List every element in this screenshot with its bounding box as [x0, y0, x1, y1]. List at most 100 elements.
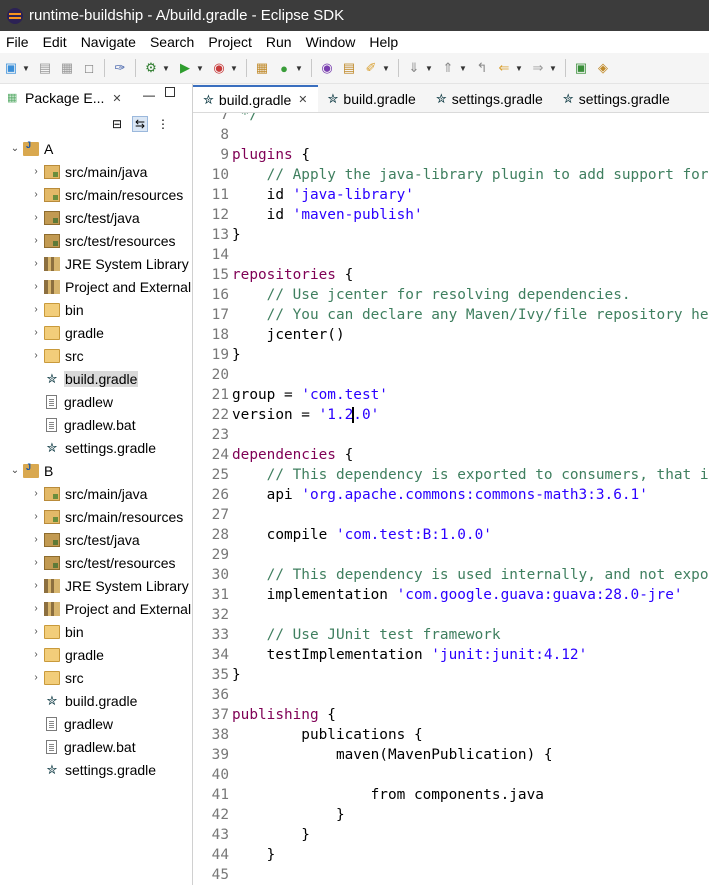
- previous-annotation-icon[interactable]: ⇑: [439, 59, 457, 77]
- open-task-icon[interactable]: ▤: [340, 59, 358, 77]
- external-tools-dropdown-icon[interactable]: ▼: [230, 64, 238, 73]
- new-icon[interactable]: ▣: [2, 59, 20, 77]
- chevron-right-icon[interactable]: ›: [30, 534, 42, 545]
- tree-item[interactable]: ✮ settings.gradle: [0, 436, 192, 459]
- tree-item[interactable]: › Project and External Dependencies: [0, 597, 192, 620]
- menu-run[interactable]: Run: [259, 34, 299, 50]
- tree-item[interactable]: ✮ settings.gradle: [0, 758, 192, 781]
- tree-item[interactable]: › src/main/java: [0, 160, 192, 183]
- new-dropdown-icon[interactable]: ▼: [22, 64, 30, 73]
- tree-item[interactable]: ✮ build.gradle: [0, 689, 192, 712]
- new-java-package-icon[interactable]: ▦: [253, 59, 271, 77]
- previous-annotation-dropdown-icon[interactable]: ▼: [459, 64, 467, 73]
- tree-item[interactable]: › src/test/java: [0, 528, 192, 551]
- editor-tab[interactable]: ✮ build.gradle: [318, 85, 426, 112]
- chevron-right-icon[interactable]: ›: [30, 672, 42, 683]
- close-icon[interactable]: ✕: [112, 92, 121, 105]
- tree-item[interactable]: › src/test/java: [0, 206, 192, 229]
- chevron-right-icon[interactable]: ›: [30, 488, 42, 499]
- tree-item[interactable]: › bin: [0, 620, 192, 643]
- tree-item[interactable]: › src/test/resources: [0, 551, 192, 574]
- run-icon[interactable]: ▶: [176, 59, 194, 77]
- close-icon[interactable]: ✕: [298, 93, 307, 106]
- chevron-right-icon[interactable]: ›: [30, 304, 42, 315]
- editor-tab[interactable]: ✮ build.gradle ✕: [193, 85, 318, 112]
- last-edit-location-icon[interactable]: ↰: [473, 59, 491, 77]
- maximize-icon[interactable]: [165, 87, 175, 97]
- minimize-icon[interactable]: —: [143, 88, 155, 102]
- code-editor[interactable]: 7 */8 9 plugins {10 // Apply the java-libr…: [193, 113, 709, 885]
- menu-search[interactable]: Search: [143, 34, 201, 50]
- chevron-right-icon[interactable]: ›: [30, 212, 42, 223]
- search-icon[interactable]: ✐: [362, 59, 380, 77]
- tree-item[interactable]: › JRE System Library: [0, 252, 192, 275]
- chevron-right-icon[interactable]: ›: [30, 649, 42, 660]
- terminal-icon[interactable]: □: [80, 59, 98, 77]
- menu-help[interactable]: Help: [362, 34, 405, 50]
- open-type-icon[interactable]: ◉: [318, 59, 336, 77]
- debug-dropdown-icon[interactable]: ▼: [162, 64, 170, 73]
- forward-dropdown-icon[interactable]: ▼: [549, 64, 557, 73]
- chevron-right-icon[interactable]: ›: [30, 557, 42, 568]
- tree-item[interactable]: › src/test/resources: [0, 229, 192, 252]
- external-tools-icon[interactable]: ◉: [210, 59, 228, 77]
- menu-navigate[interactable]: Navigate: [74, 34, 143, 50]
- tree-item[interactable]: › gradle: [0, 643, 192, 666]
- chevron-right-icon[interactable]: ›: [30, 511, 42, 522]
- view-menu-icon[interactable]: ⋮: [156, 117, 170, 131]
- skip-breakpoints-icon[interactable]: ✑: [111, 59, 129, 77]
- tree-item[interactable]: › src: [0, 344, 192, 367]
- package-explorer-tab[interactable]: ▦ Package E... ✕ —: [0, 84, 192, 112]
- back-dropdown-icon[interactable]: ▼: [515, 64, 523, 73]
- tree-item[interactable]: › src/main/java: [0, 482, 192, 505]
- chevron-right-icon[interactable]: ›: [30, 603, 42, 614]
- chevron-right-icon[interactable]: ›: [30, 166, 42, 177]
- new-class-dropdown-icon[interactable]: ▼: [295, 64, 303, 73]
- search-dropdown-icon[interactable]: ▼: [382, 64, 390, 73]
- tree-item[interactable]: › bin: [0, 298, 192, 321]
- tree-item[interactable]: › src/main/resources: [0, 505, 192, 528]
- menu-project[interactable]: Project: [201, 34, 259, 50]
- tree-project-b[interactable]: ⌄B: [0, 459, 192, 482]
- open-perspective-icon[interactable]: ▣: [572, 59, 590, 77]
- debug-icon[interactable]: ⚙: [142, 59, 160, 77]
- tree-item[interactable]: gradlew: [0, 390, 192, 413]
- tree-item[interactable]: gradlew.bat: [0, 413, 192, 436]
- chevron-right-icon[interactable]: ›: [30, 626, 42, 637]
- menu-edit[interactable]: Edit: [36, 34, 74, 50]
- chevron-right-icon[interactable]: ›: [30, 281, 42, 292]
- tree-item[interactable]: › Project and External Dependencies: [0, 275, 192, 298]
- code-text: compile 'com.test:B:1.0.0': [232, 527, 492, 543]
- back-icon[interactable]: ⇐: [495, 59, 513, 77]
- chevron-right-icon[interactable]: ›: [30, 350, 42, 361]
- menu-file[interactable]: File: [0, 34, 36, 50]
- next-annotation-dropdown-icon[interactable]: ▼: [425, 64, 433, 73]
- next-annotation-icon[interactable]: ⇓: [405, 59, 423, 77]
- chevron-down-icon[interactable]: ⌄: [9, 465, 21, 476]
- tree-item[interactable]: › JRE System Library: [0, 574, 192, 597]
- tree-item[interactable]: › gradle: [0, 321, 192, 344]
- chevron-down-icon[interactable]: ⌄: [9, 143, 21, 154]
- chevron-right-icon[interactable]: ›: [30, 235, 42, 246]
- chevron-right-icon[interactable]: ›: [30, 258, 42, 269]
- save-icon[interactable]: ▤: [36, 59, 54, 77]
- forward-icon[interactable]: ⇒: [529, 59, 547, 77]
- editor-tab[interactable]: ✮ settings.gradle: [426, 85, 553, 112]
- run-dropdown-icon[interactable]: ▼: [196, 64, 204, 73]
- new-java-class-icon[interactable]: ●: [275, 59, 293, 77]
- chevron-right-icon[interactable]: ›: [30, 189, 42, 200]
- java-perspective-icon[interactable]: ◈: [594, 59, 612, 77]
- tree-item[interactable]: › src: [0, 666, 192, 689]
- tree-project-a[interactable]: ⌄A: [0, 137, 192, 160]
- link-with-editor-icon[interactable]: ⇆: [132, 116, 148, 132]
- chevron-right-icon[interactable]: ›: [30, 327, 42, 338]
- chevron-right-icon[interactable]: ›: [30, 580, 42, 591]
- tree-item[interactable]: gradlew: [0, 712, 192, 735]
- collapse-all-icon[interactable]: ⊟: [110, 117, 124, 131]
- save-all-icon[interactable]: ▦: [58, 59, 76, 77]
- tree-item[interactable]: gradlew.bat: [0, 735, 192, 758]
- tree-item[interactable]: ✮ build.gradle: [0, 367, 192, 390]
- tree-item[interactable]: › src/main/resources: [0, 183, 192, 206]
- editor-tab[interactable]: ✮ settings.gradle: [553, 85, 680, 112]
- menu-window[interactable]: Window: [299, 34, 363, 50]
